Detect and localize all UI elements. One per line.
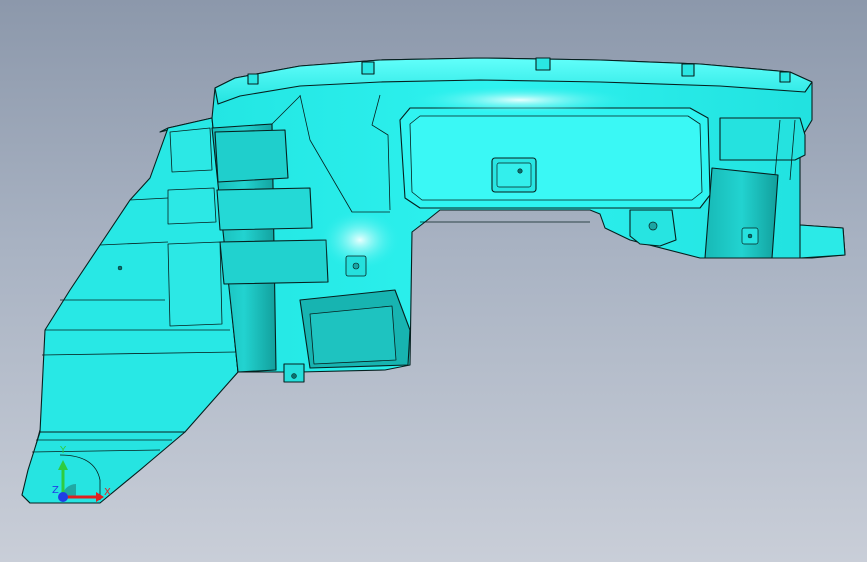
cad-3d-viewport[interactable]: X Y Z — [0, 0, 867, 562]
x-axis-label: X — [104, 487, 111, 498]
left-window-1[interactable] — [169, 127, 213, 173]
left-window-2[interactable] — [167, 187, 217, 225]
cad-model-view[interactable] — [0, 0, 867, 562]
right-slot-hole[interactable] — [747, 233, 753, 239]
surface-highlight-2 — [410, 86, 630, 114]
right-flange-tab[interactable] — [799, 224, 846, 259]
bottom-screw-boss[interactable] — [283, 363, 305, 383]
rib-2[interactable] — [216, 187, 313, 231]
rim-clip[interactable] — [535, 57, 551, 71]
right-recess-inner[interactable] — [409, 115, 703, 201]
lower-center-face[interactable] — [309, 305, 397, 365]
mount-tab-right-hole[interactable] — [648, 221, 658, 231]
center-boss-hole[interactable] — [517, 168, 523, 174]
z-axis-icon — [58, 492, 68, 502]
rim-clip[interactable] — [247, 73, 259, 85]
left-panel-hole[interactable] — [117, 265, 123, 271]
left-window-3[interactable] — [167, 241, 223, 327]
rim-clip[interactable] — [361, 61, 375, 75]
right-side-wall[interactable] — [704, 167, 779, 259]
center-mount-hole[interactable] — [352, 262, 360, 270]
rib-1[interactable] — [214, 129, 289, 183]
rim-clip[interactable] — [681, 63, 695, 77]
rim-clip[interactable] — [779, 71, 791, 83]
center-boss-inner[interactable] — [496, 162, 532, 188]
bottom-screw-hole[interactable] — [291, 373, 297, 379]
z-axis-label: Z — [52, 485, 59, 496]
y-axis-label: Y — [60, 445, 67, 456]
part-body[interactable] — [21, 57, 846, 504]
rib-3[interactable] — [219, 239, 329, 285]
